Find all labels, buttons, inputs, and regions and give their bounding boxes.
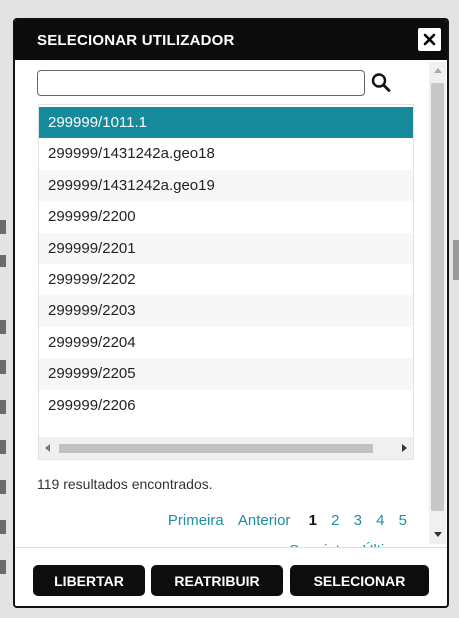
background-mark bbox=[0, 480, 6, 494]
list-item[interactable]: 299999/2200 bbox=[39, 201, 413, 232]
list-item[interactable]: 299999/2205 bbox=[39, 358, 413, 390]
list-item[interactable]: 299999/2202 bbox=[39, 264, 413, 295]
reassign-button[interactable]: REATRIBUIR bbox=[151, 565, 283, 596]
dialog-title: SELECIONAR UTILIZADOR bbox=[37, 32, 235, 49]
page-current: 1 bbox=[308, 512, 317, 529]
background-mark bbox=[0, 320, 6, 334]
search-icon[interactable] bbox=[371, 72, 391, 94]
scroll-right-arrow-icon[interactable] bbox=[395, 437, 413, 459]
background-mark bbox=[0, 360, 6, 374]
background-mark bbox=[0, 255, 6, 267]
select-button[interactable]: SELECIONAR bbox=[290, 565, 429, 596]
search-input[interactable] bbox=[37, 70, 365, 96]
scroll-left-arrow-icon[interactable] bbox=[39, 437, 57, 459]
page-previous-link[interactable]: Anterior bbox=[238, 512, 291, 529]
page-link[interactable]: 4 bbox=[376, 512, 384, 529]
dialog-content: 299999/1011.1 299999/1431242a.geo18 2999… bbox=[15, 60, 447, 559]
list-item[interactable]: 299999/2203 bbox=[39, 295, 413, 327]
page-link[interactable]: 2 bbox=[331, 512, 339, 529]
background-mark bbox=[0, 520, 6, 534]
vertical-scroll-thumb[interactable] bbox=[431, 83, 444, 511]
close-button[interactable] bbox=[418, 28, 441, 51]
select-user-dialog: SELECIONAR UTILIZADOR 299999/1011.1 2999… bbox=[13, 18, 449, 608]
background-scrollbar bbox=[453, 240, 459, 280]
user-list-items: 299999/1011.1 299999/1431242a.geo18 2999… bbox=[39, 107, 413, 421]
list-item[interactable]: 299999/1011.1 bbox=[39, 107, 413, 139]
close-x-icon bbox=[423, 33, 436, 46]
user-list: 299999/1011.1 299999/1431242a.geo18 2999… bbox=[38, 104, 414, 460]
dialog-titlebar: SELECIONAR UTILIZADOR bbox=[15, 20, 447, 60]
list-item[interactable]: 299999/2204 bbox=[39, 327, 413, 358]
release-button[interactable]: LIBERTAR bbox=[33, 565, 145, 596]
background-mark bbox=[0, 560, 6, 574]
background-mark bbox=[0, 400, 6, 414]
page-link[interactable]: 5 bbox=[399, 512, 407, 529]
dialog-footer: LIBERTAR REATRIBUIR SELECIONAR bbox=[15, 547, 447, 606]
vertical-scrollbar[interactable] bbox=[429, 62, 446, 544]
list-item[interactable]: 299999/2201 bbox=[39, 232, 413, 264]
list-item[interactable]: 299999/2206 bbox=[39, 390, 413, 421]
scroll-up-arrow-icon[interactable] bbox=[429, 62, 446, 80]
pagination: Primeira Anterior 1 2 3 4 5 bbox=[158, 512, 407, 529]
page-link[interactable]: 3 bbox=[354, 512, 362, 529]
background-mark bbox=[0, 440, 6, 454]
list-item[interactable]: 299999/1431242a.geo19 bbox=[39, 169, 413, 202]
results-count: 119 resultados encontrados. bbox=[37, 476, 213, 492]
horizontal-scrollbar[interactable] bbox=[39, 437, 413, 459]
page-first-link[interactable]: Primeira bbox=[168, 512, 224, 529]
horizontal-scroll-thumb[interactable] bbox=[59, 444, 373, 453]
list-item[interactable]: 299999/1431242a.geo18 bbox=[39, 138, 413, 169]
background-mark bbox=[0, 220, 6, 234]
scroll-down-arrow-icon[interactable] bbox=[429, 526, 446, 544]
